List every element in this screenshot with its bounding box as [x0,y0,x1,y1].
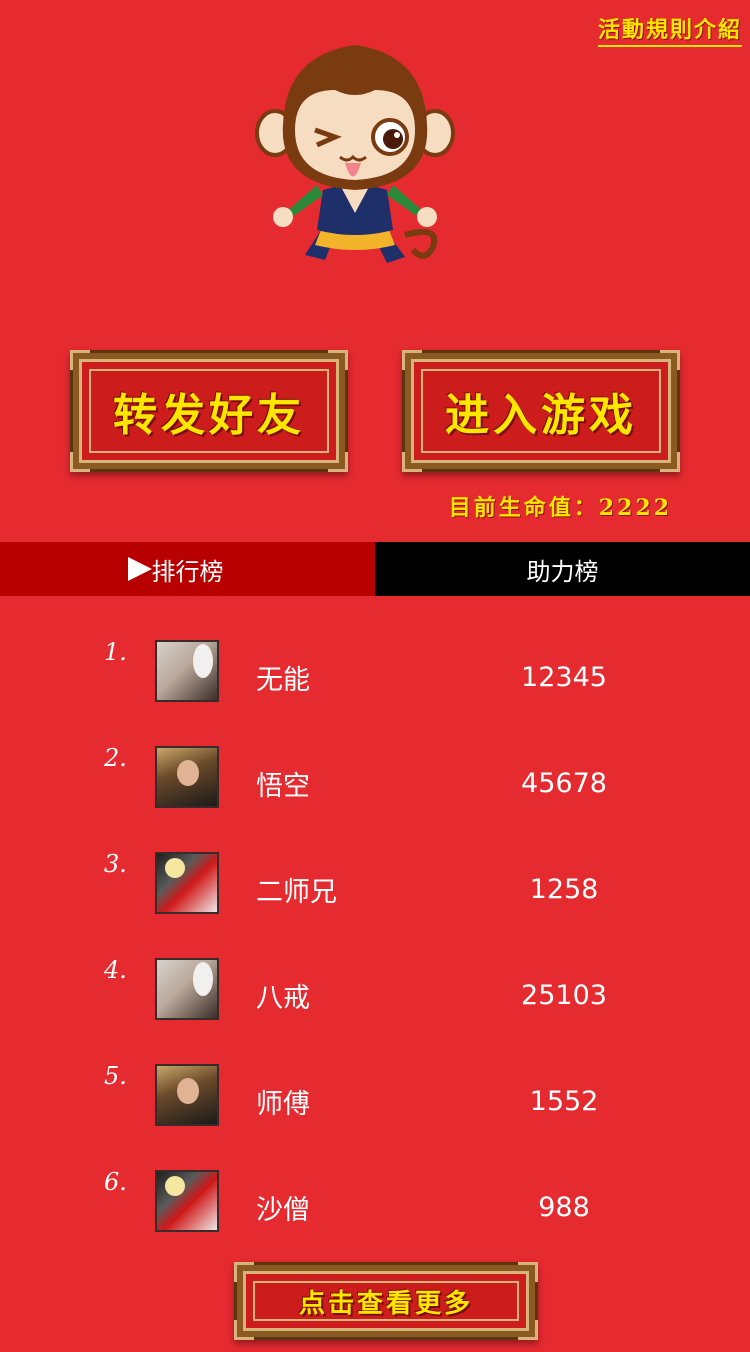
avatar [155,852,219,914]
rank-number: 6. [104,1168,127,1196]
rules-link[interactable]: 活動規則介紹 [597,12,742,47]
player-score: 988 [538,1192,590,1223]
enter-game-label: 进入游戏 [445,390,637,441]
rank-number: 1. [104,638,127,666]
player-name: 无能 [256,665,310,696]
tab-bar: 排行榜 助力榜 [0,542,750,596]
avatar [155,958,219,1020]
share-friends-button[interactable]: 转发好友 [70,350,348,472]
list-item: 2. 悟空 45678 [0,706,750,812]
enter-game-button[interactable]: 进入游戏 [402,350,680,472]
avatar [155,640,219,702]
rank-number: 2. [104,744,127,772]
tab-ranking-label: 排行榜 [151,557,224,586]
tab-helpers[interactable]: 助力榜 [375,542,750,596]
list-item: 3. 二师兄 1258 [0,812,750,918]
player-name: 师傅 [256,1089,310,1120]
player-name: 八戒 [256,983,310,1014]
rank-number: 5. [104,1062,127,1090]
share-friends-label: 转发好友 [113,390,305,441]
rank-number: 3. [104,850,127,878]
player-name: 二师兄 [256,877,337,908]
view-more-label: 点击查看更多 [298,1288,473,1319]
avatar [155,746,219,808]
player-score: 1258 [529,874,599,905]
player-name: 悟空 [256,771,310,802]
player-score: 1552 [529,1086,599,1117]
list-item: 5. 师傅 1552 [0,1024,750,1130]
view-more-button[interactable]: 点击查看更多 [234,1262,538,1340]
player-score: 25103 [521,980,607,1011]
list-item: 6. 沙僧 988 [0,1130,750,1236]
player-score: 45678 [521,768,607,799]
avatar [155,1170,219,1232]
list-item: 4. 八戒 25103 [0,918,750,1024]
list-item: 1. 无能 12345 [0,600,750,706]
tab-helpers-label: 助力榜 [526,557,599,586]
tab-ranking[interactable]: 排行榜 [0,542,375,596]
play-icon [128,557,152,581]
player-score: 12345 [521,662,607,693]
monkey-mascot-image [255,45,455,263]
life-value: 目前生命值：2222 [448,495,672,521]
avatar [155,1064,219,1126]
player-name: 沙僧 [256,1195,310,1226]
rank-number: 4. [104,956,127,984]
